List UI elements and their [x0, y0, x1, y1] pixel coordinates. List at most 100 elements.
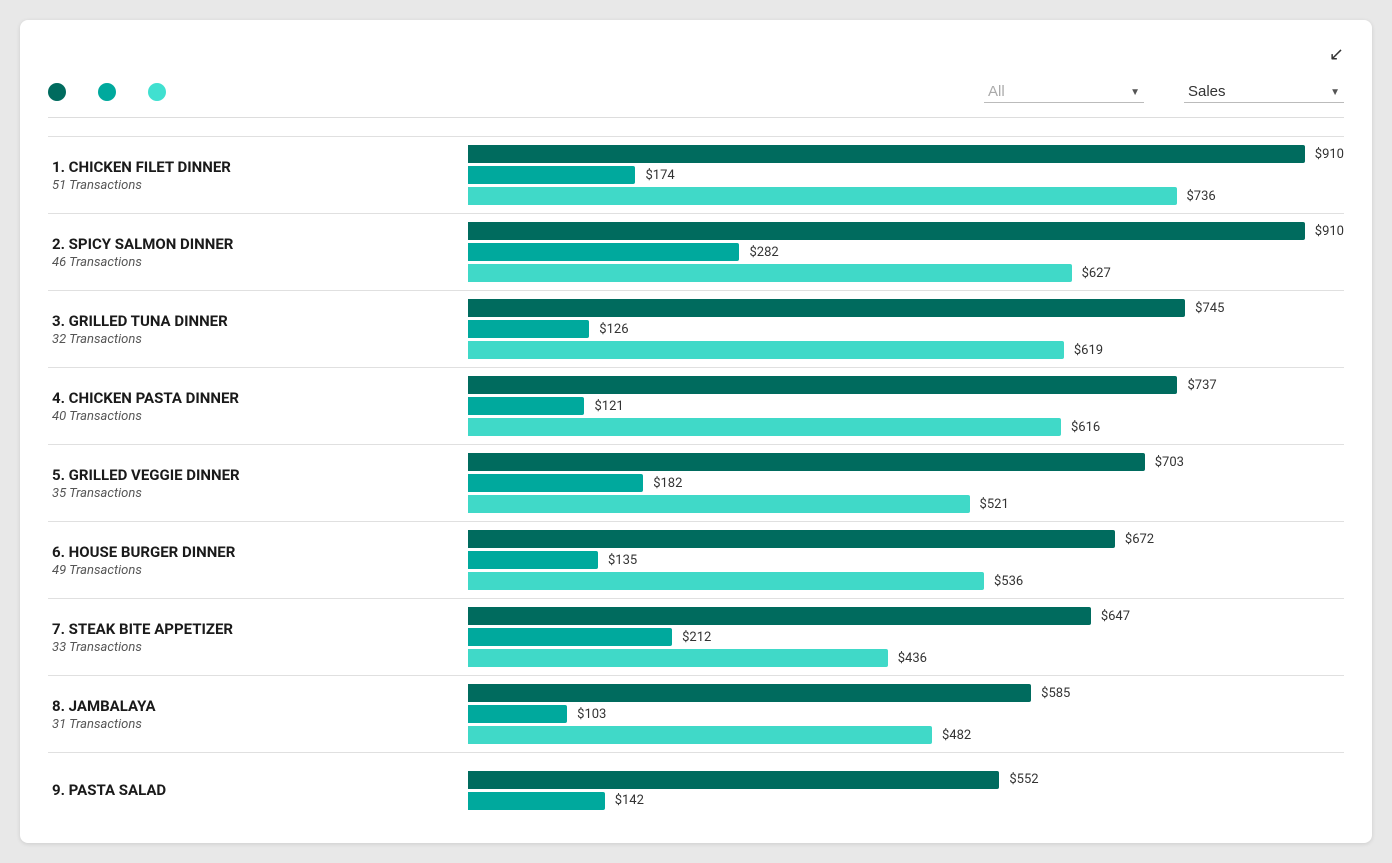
sales-bar	[468, 376, 1177, 394]
sales-value: $745	[1195, 301, 1224, 316]
row-label: 2. SPICY SALMON DINNER46 Transactions	[48, 214, 468, 290]
cost-bar	[468, 792, 605, 810]
cost-bar	[468, 474, 643, 492]
profit-bar	[468, 264, 1072, 282]
sales-dot	[48, 83, 66, 101]
row-label: 9. PASTA SALAD	[48, 753, 468, 827]
sales-bar	[468, 222, 1305, 240]
profit-bar	[468, 187, 1177, 205]
profit-value: $536	[994, 574, 1023, 589]
cost-bar-row: $212	[468, 628, 1344, 646]
cost-value: $282	[749, 245, 778, 260]
row-transactions: 40 Transactions	[52, 409, 452, 424]
cost-bar-row: $174	[468, 166, 1344, 184]
sales-bar-row: $910	[468, 145, 1344, 163]
cost-bar	[468, 166, 635, 184]
bars-area: $910 $282 $627	[468, 214, 1344, 290]
cost-bar	[468, 243, 739, 261]
profit-bar-row: $736	[468, 187, 1344, 205]
profit-bar-row: $619	[468, 341, 1344, 359]
row-label: 1. CHICKEN FILET DINNER51 Transactions	[48, 137, 468, 213]
sales-value: $647	[1101, 609, 1130, 624]
table-row: 7. STEAK BITE APPETIZER 33 Transactions $6…	[48, 598, 1344, 675]
bars-area: $672 $135 $536	[468, 522, 1344, 598]
cost-bar	[468, 705, 567, 723]
profit-bar	[468, 726, 932, 744]
collapse-icon[interactable]: ↙	[1329, 44, 1344, 65]
cost-value: $212	[682, 630, 711, 645]
bars-area: $745$126$619	[468, 291, 1344, 367]
sales-bar-row: $552	[468, 771, 1344, 789]
cost-dot	[98, 83, 116, 101]
header-right: ↙	[1317, 44, 1344, 65]
cost-value: $103	[577, 707, 606, 722]
profit-value: $627	[1082, 266, 1111, 281]
bars-area: $585 $103 $482	[468, 676, 1344, 752]
sortby-select[interactable]: Sales Cost Gross Profit	[1184, 81, 1344, 103]
sales-bar-row: $585	[468, 684, 1344, 702]
row-name: 9. PASTA SALAD	[52, 781, 452, 799]
card: ↙ All	[20, 20, 1372, 843]
controls-row: All Sales Cost Gross Profit	[48, 81, 1344, 118]
row-transactions: 32 Transactions	[52, 332, 452, 347]
sales-bar	[468, 684, 1031, 702]
category-select-wrapper: All	[984, 81, 1144, 103]
profit-value: $736	[1187, 189, 1216, 204]
sales-bar	[468, 771, 999, 789]
row-transactions: 33 Transactions	[52, 640, 452, 655]
profit-value: $616	[1071, 420, 1100, 435]
row-label: 4. CHICKEN PASTA DINNER40 Transactions	[48, 368, 468, 444]
cost-bar-row: $182	[468, 474, 1344, 492]
table-row: 3. GRILLED TUNA DINNER 32 Transactions $74…	[48, 290, 1344, 367]
row-name: 3. GRILLED TUNA DINNER	[52, 312, 452, 330]
sales-bar	[468, 453, 1145, 471]
sales-value: $703	[1155, 455, 1184, 470]
sales-value: $737	[1187, 378, 1216, 393]
row-transactions: 35 Transactions	[52, 486, 452, 501]
sales-bar-row: $745	[468, 299, 1344, 317]
row-name: 5. GRILLED VEGGIE DINNER	[52, 466, 452, 484]
legend-cost	[98, 83, 124, 101]
row-name: 8. JAMBALAYA	[52, 697, 452, 715]
bars-area: $910 $174 $736	[468, 137, 1344, 213]
profit-bar	[468, 649, 888, 667]
profit-bar	[468, 341, 1064, 359]
row-label: 3. GRILLED TUNA DINNER 32 Transactions	[48, 291, 468, 367]
profit-bar	[468, 495, 970, 513]
bars-area: $737 $121 $616	[468, 368, 1344, 444]
row-label: 6. HOUSE BURGER DINNER49 Transactions	[48, 522, 468, 598]
sortby-select-wrapper: Sales Cost Gross Profit	[1184, 81, 1344, 103]
profit-value: $482	[942, 728, 971, 743]
cost-value: $182	[653, 476, 682, 491]
sales-value: $552	[1009, 772, 1038, 787]
cost-bar-row: $135	[468, 551, 1344, 569]
cost-bar-row: $142	[468, 792, 1344, 810]
sales-bar	[468, 145, 1305, 163]
category-select[interactable]: All	[984, 81, 1144, 103]
sortby-filter-group: Sales Cost Gross Profit	[1184, 81, 1344, 103]
profit-bar-row: $627	[468, 264, 1344, 282]
profit-value: $619	[1074, 343, 1103, 358]
row-name: 7. STEAK BITE APPETIZER	[52, 620, 452, 638]
category-filter-group: All	[984, 81, 1144, 103]
row-transactions: 49 Transactions	[52, 563, 452, 578]
bars-area: $552 $142	[468, 753, 1344, 827]
cost-bar	[468, 320, 589, 338]
table-row: 1. CHICKEN FILET DINNER51 Transactions$9…	[48, 136, 1344, 213]
profit-bar-row: $536	[468, 572, 1344, 590]
cost-bar	[468, 397, 584, 415]
sales-value: $910	[1315, 147, 1344, 162]
table-row: 6. HOUSE BURGER DINNER49 Transactions$67…	[48, 521, 1344, 598]
table-row: 2. SPICY SALMON DINNER46 Transactions$91…	[48, 213, 1344, 290]
sales-value: $672	[1125, 532, 1154, 547]
cost-value: $121	[594, 399, 623, 414]
cost-bar	[468, 628, 672, 646]
sales-value: $910	[1315, 224, 1344, 239]
cost-bar-row: $121	[468, 397, 1344, 415]
legend-profit	[148, 83, 174, 101]
sales-bar-row: $910	[468, 222, 1344, 240]
row-name: 1. CHICKEN FILET DINNER	[52, 158, 452, 176]
table-row: 5. GRILLED VEGGIE DINNER 35 Transactions $…	[48, 444, 1344, 521]
profit-dot	[148, 83, 166, 101]
bars-area: $647$212$436	[468, 599, 1344, 675]
